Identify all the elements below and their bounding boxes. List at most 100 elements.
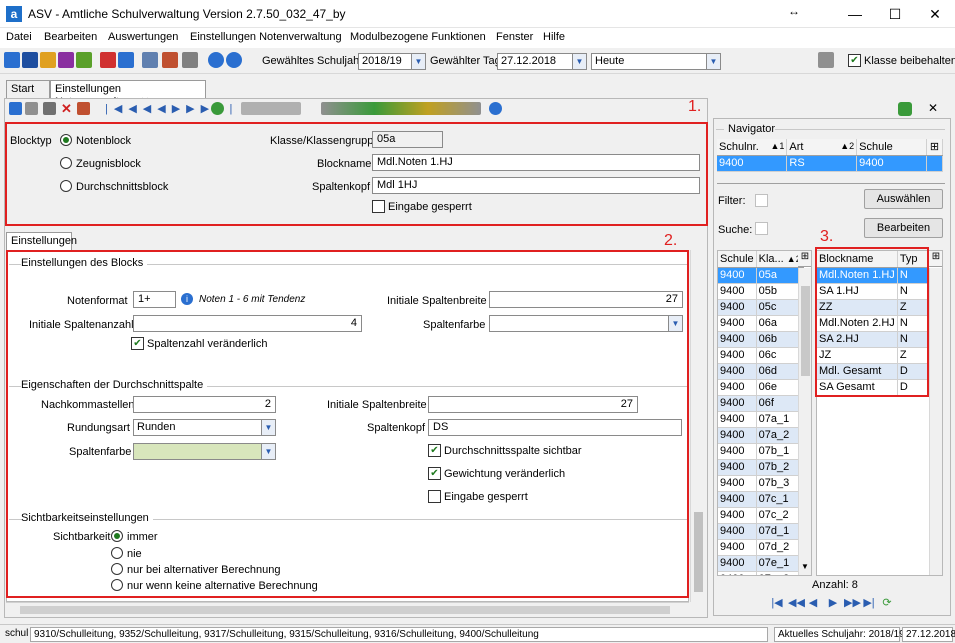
last-record-icon[interactable]: ▶| xyxy=(862,596,876,610)
save-icon[interactable] xyxy=(25,102,38,115)
table-row[interactable]: 9400 05b xyxy=(718,283,804,300)
schulen-table: Schulnr. ▲1 Art ▲2 Schule ⊞ 9400 RS 9400 xyxy=(717,139,944,172)
table-row[interactable]: 9400 05c xyxy=(718,299,804,316)
table-row[interactable]: 9400 06f xyxy=(718,395,804,412)
group-icon[interactable] xyxy=(40,52,56,68)
table-row[interactable]: 9400 06e xyxy=(718,379,804,396)
help-icon[interactable] xyxy=(489,102,502,115)
people-icon[interactable] xyxy=(4,52,20,68)
cell-klasse: 06d xyxy=(756,363,804,380)
col-schule[interactable]: Schule xyxy=(718,251,757,268)
column-chooser-icon[interactable]: ⊞ xyxy=(798,251,811,267)
bus-icon[interactable] xyxy=(22,52,38,68)
table-row[interactable]: 9400 07c_1 xyxy=(718,491,804,508)
menu-modulbezogene-funktionen[interactable]: Modulbezogene Funktionen xyxy=(350,31,486,43)
table-row[interactable]: 9400 05a xyxy=(718,267,804,284)
chevron-down-icon[interactable]: ▼ xyxy=(706,54,720,69)
table-row[interactable]: 040007e_2 xyxy=(718,571,804,575)
filter-checkbox[interactable] xyxy=(755,194,768,207)
prev-page-icon[interactable]: ◀◀ xyxy=(788,596,805,610)
tag-select[interactable]: 27.12.2018 ▼ xyxy=(497,53,587,70)
chevron-down-icon[interactable]: ▼ xyxy=(572,54,586,69)
heute-select[interactable]: Heute ▼ xyxy=(591,53,721,70)
grid-delete-icon[interactable] xyxy=(77,102,90,115)
tab-start[interactable]: Start xyxy=(6,80,50,98)
restore-arrows-icon[interactable]: ↔ xyxy=(788,4,800,18)
grid-icon[interactable] xyxy=(118,52,134,68)
menu-einstellungen-notenverwaltung[interactable]: Einstellungen Notenverwaltung xyxy=(190,31,342,43)
annotation-label-2: 2. xyxy=(664,232,678,249)
document-icon[interactable] xyxy=(162,52,178,68)
hscroll-thumb[interactable] xyxy=(20,606,670,614)
status-datum: 27.12.2018 xyxy=(902,627,955,642)
chevron-down-icon[interactable]: ▼ xyxy=(411,54,425,69)
delete-icon[interactable]: ✕ xyxy=(61,101,72,117)
blocks-vscrollbar[interactable] xyxy=(929,268,942,575)
table-row[interactable]: 9400 07b_3 xyxy=(718,475,804,492)
klasse-beibehalten-checkbox[interactable]: ✔ xyxy=(848,54,861,67)
table-row[interactable]: 9400 07a_1 xyxy=(718,411,804,428)
table-row[interactable]: 9400 06d xyxy=(718,363,804,380)
col-schule[interactable]: Schule xyxy=(856,139,927,156)
cell-schule: 9400 xyxy=(718,491,757,508)
col-schulnr[interactable]: Schulnr. ▲1 xyxy=(717,139,788,156)
tab-einstellungen[interactable]: Einstellungen xyxy=(6,232,77,250)
menu-auswertungen[interactable]: Auswertungen xyxy=(108,31,178,43)
auswaehlen-button[interactable]: Auswählen xyxy=(864,189,943,209)
clipboard-icons[interactable] xyxy=(241,102,301,115)
cell-schule: 9400 xyxy=(718,267,757,284)
refresh-icon[interactable] xyxy=(211,102,224,115)
table-row[interactable]: 9400 07d_1 xyxy=(718,523,804,540)
book-icon[interactable] xyxy=(58,52,74,68)
schuljahr-select[interactable]: 2018/19 ▼ xyxy=(358,53,426,70)
close-navigator-icon[interactable]: ✕ xyxy=(928,101,938,115)
settings-vscrollbar[interactable] xyxy=(690,250,706,602)
column-chooser-icon[interactable]: ⊞ xyxy=(926,139,944,156)
scroll-thumb[interactable] xyxy=(694,512,703,592)
table-row[interactable]: 9400 07b_2 xyxy=(718,459,804,476)
table-row[interactable]: 9400 06c xyxy=(718,347,804,364)
bearbeiten-button[interactable]: Bearbeiten xyxy=(864,218,943,238)
undo-icon[interactable] xyxy=(43,102,56,115)
table-row[interactable]: 9400 07c_2 xyxy=(718,507,804,524)
help-icon[interactable] xyxy=(226,52,242,68)
cell-schule: 9400 xyxy=(718,283,757,300)
klassen-vscrollbar[interactable]: ▼ xyxy=(798,268,811,575)
suche-checkbox[interactable] xyxy=(755,222,768,235)
tab-einstellungen-notenverwaltung[interactable]: Einstellungen Notenverwaltung ✕ xyxy=(50,80,206,108)
chevron-down-icon[interactable]: ▼ xyxy=(801,562,809,571)
settings-hscrollbar[interactable] xyxy=(6,602,689,616)
table-row[interactable]: 9400 06a xyxy=(718,315,804,332)
menu-datei[interactable]: Datei xyxy=(6,31,32,43)
new-icon[interactable] xyxy=(9,102,22,115)
prev-record-icon[interactable]: ◀ xyxy=(806,596,820,610)
books-icon[interactable] xyxy=(100,52,116,68)
calculator-icon[interactable] xyxy=(142,52,158,68)
col-klasse[interactable]: Kla... ▲2 xyxy=(756,251,804,268)
table-row[interactable]: 9400 06b xyxy=(718,331,804,348)
table-row[interactable]: 9400 07d_2 xyxy=(718,539,804,556)
lightning-icon[interactable] xyxy=(182,52,198,68)
column-chooser-icon[interactable]: ⊞ xyxy=(929,251,942,267)
first-record-icon[interactable]: |◀ xyxy=(770,596,784,610)
cell-schule: 9400 xyxy=(718,411,757,428)
tools-icons[interactable] xyxy=(321,102,481,115)
menu-bearbeiten[interactable]: Bearbeiten xyxy=(44,31,97,43)
table-row[interactable]: 9400 07e_1 xyxy=(718,555,804,572)
chat-icon[interactable] xyxy=(76,52,92,68)
col-art[interactable]: Art ▲2 xyxy=(786,139,858,156)
next-record-icon[interactable]: ▶ xyxy=(826,596,840,610)
menu-hilfe[interactable]: Hilfe xyxy=(543,31,565,43)
lock-icon[interactable] xyxy=(818,52,834,68)
table-row[interactable]: 9400 RS 9400 xyxy=(717,155,944,172)
refresh-icon[interactable]: ⟳ xyxy=(880,596,894,610)
close-icon[interactable]: ✕ xyxy=(912,0,955,28)
scroll-thumb[interactable] xyxy=(801,286,810,376)
info-icon[interactable] xyxy=(208,52,224,68)
menu-fenster[interactable]: Fenster xyxy=(496,31,533,43)
table-row[interactable]: 9400 07b_1 xyxy=(718,443,804,460)
table-row[interactable]: 9400 07a_2 xyxy=(718,427,804,444)
next-page-icon[interactable]: ▶▶ xyxy=(844,596,861,610)
sort-asc-icon: ▲1 xyxy=(770,140,785,151)
refresh-navigator-icon[interactable] xyxy=(898,102,912,116)
